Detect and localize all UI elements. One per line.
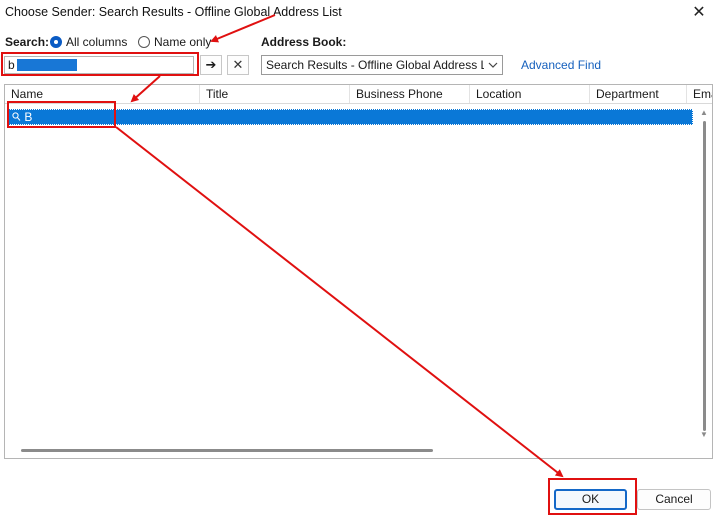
cancel-button[interactable]: Cancel xyxy=(637,489,711,510)
close-button[interactable]: ✕ xyxy=(687,2,711,24)
column-header-business-phone[interactable]: Business Phone xyxy=(350,85,470,103)
radio-all-columns[interactable]: All columns xyxy=(50,35,127,49)
radio-unselected-icon xyxy=(138,36,150,48)
title-bar: Choose Sender: Search Results - Offline … xyxy=(0,0,719,26)
address-book-dropdown[interactable]: Search Results - Offline Global Address … xyxy=(261,55,503,75)
horizontal-scroll-thumb[interactable] xyxy=(21,449,433,452)
window-title: Choose Sender: Search Results - Offline … xyxy=(5,5,342,19)
horizontal-scrollbar[interactable] xyxy=(5,442,696,458)
radio-name-only-label: Name only xyxy=(154,35,212,49)
column-header-title[interactable]: Title xyxy=(200,85,350,103)
column-header-department[interactable]: Department xyxy=(590,85,687,103)
search-contact-icon xyxy=(12,110,24,124)
go-button[interactable]: ➔ xyxy=(200,55,222,75)
search-input-value: b xyxy=(8,58,15,72)
column-header-email[interactable]: Ema xyxy=(687,85,712,103)
list-header: Name Title Business Phone Location Depar… xyxy=(5,85,712,104)
list-item[interactable]: B xyxy=(7,109,693,125)
search-input[interactable]: b xyxy=(4,56,194,74)
column-header-location[interactable]: Location xyxy=(470,85,590,103)
scroll-up-icon[interactable]: ▲ xyxy=(700,108,708,117)
column-header-name[interactable]: Name xyxy=(5,85,200,103)
list-item-name: B xyxy=(24,110,33,124)
search-label: Search: xyxy=(5,35,50,49)
results-list[interactable]: Name Title Business Phone Location Depar… xyxy=(4,84,713,459)
chevron-down-icon xyxy=(488,56,498,74)
radio-name-only[interactable]: Name only xyxy=(138,35,211,49)
radio-selected-icon xyxy=(50,36,62,48)
address-book-label: Address Book: xyxy=(261,35,347,49)
ok-button[interactable]: OK xyxy=(554,489,627,510)
clear-search-button[interactable]: ✕ xyxy=(227,55,249,75)
text-selection-highlight xyxy=(16,59,77,71)
vertical-scroll-thumb[interactable] xyxy=(703,121,706,431)
radio-all-columns-label: All columns xyxy=(66,35,128,49)
advanced-find-link[interactable]: Advanced Find xyxy=(521,58,601,72)
vertical-scrollbar[interactable]: ▲ ▼ xyxy=(696,105,712,441)
address-book-selected: Search Results - Offline Global Address … xyxy=(266,58,484,72)
scroll-down-icon[interactable]: ▼ xyxy=(700,430,708,439)
